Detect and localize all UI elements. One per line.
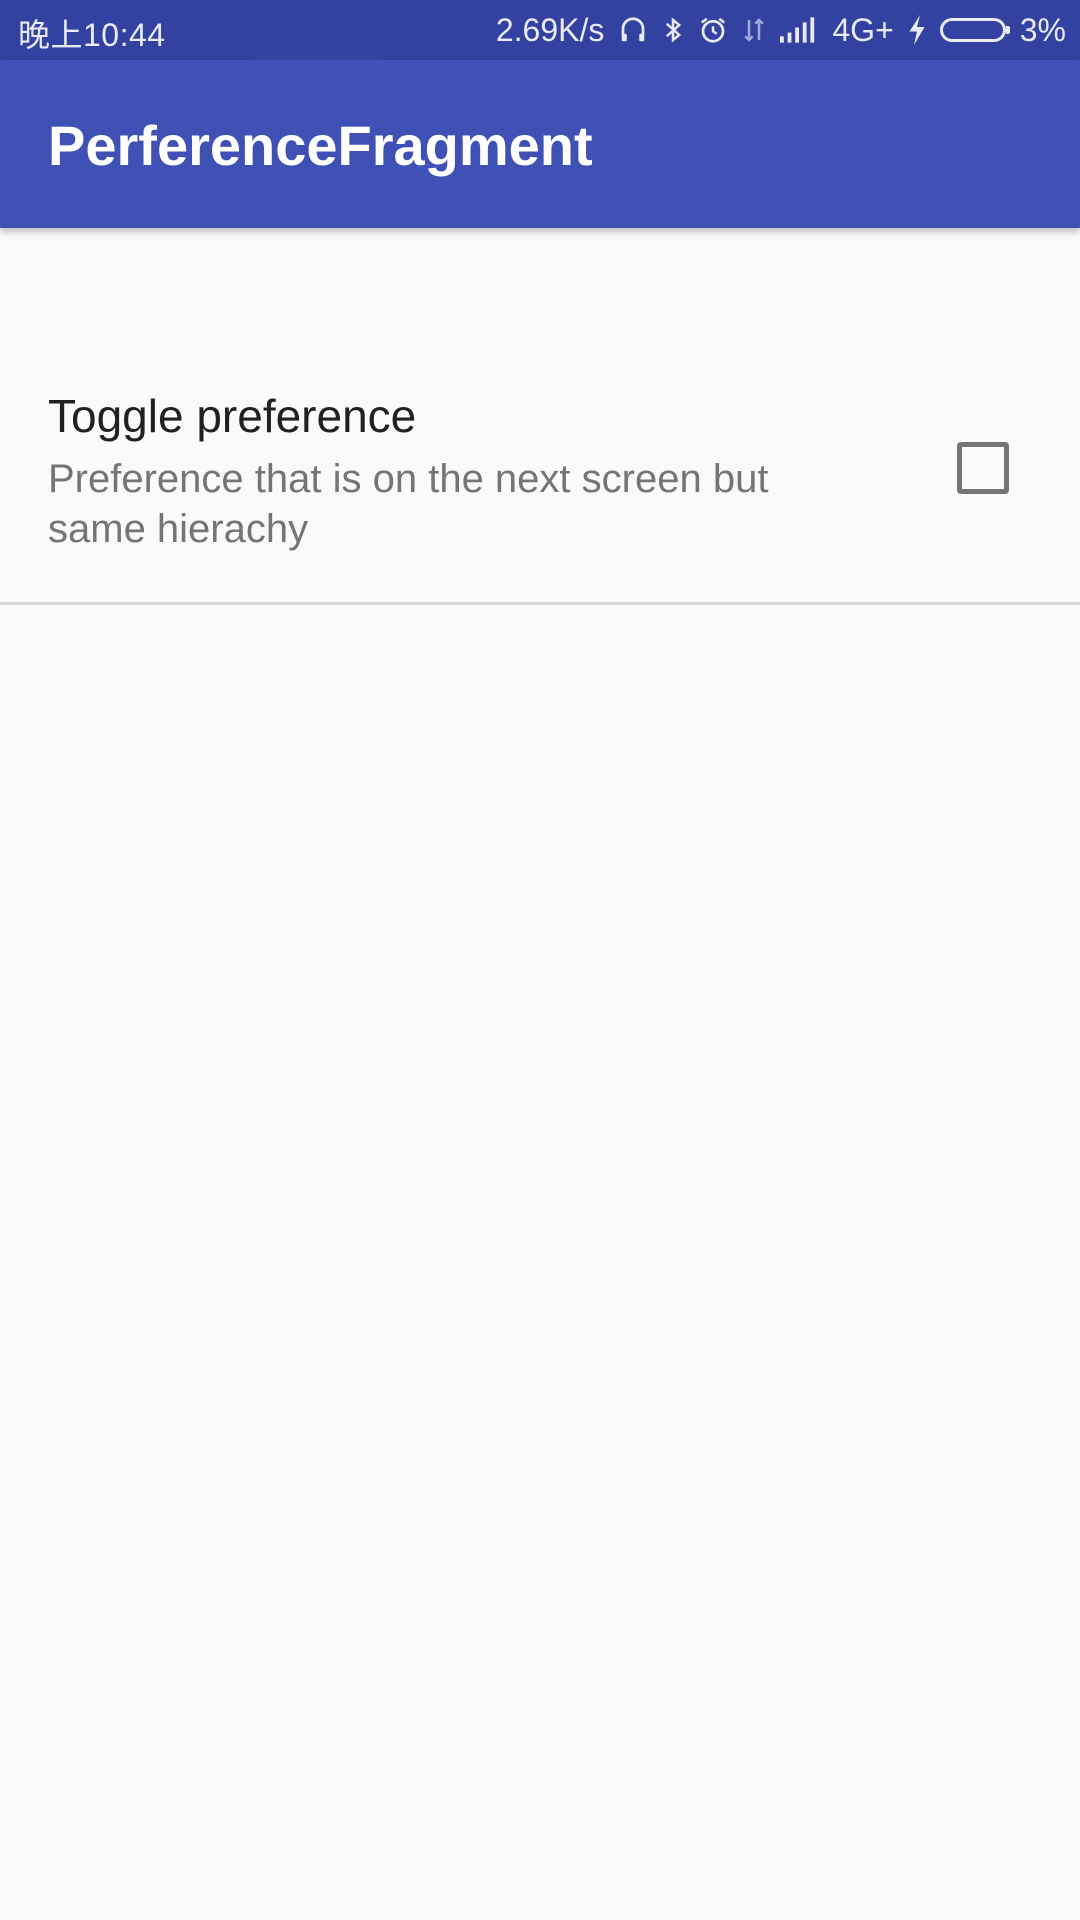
status-bar: 晚上10:44 2.69K/s 4G+ 3% (0, 0, 1080, 60)
charging-icon (908, 15, 926, 45)
network-type: 4G+ (832, 11, 894, 48)
signal-icon (780, 17, 818, 43)
network-speed: 2.69K/s (495, 11, 605, 48)
toggle-preference-item[interactable]: Toggle preference Preference that is on … (0, 376, 1080, 604)
battery-percent: 3% (1019, 11, 1066, 48)
data-arrows-icon (742, 15, 766, 45)
preference-title: Toggle preference (48, 390, 417, 442)
status-icons: 2.69K/s 4G+ 3% (496, 8, 1066, 52)
app-bar: PerferenceFragment (0, 60, 1080, 228)
page-title: PerferenceFragment (48, 114, 593, 177)
bluetooth-icon (662, 15, 684, 45)
preference-checkbox[interactable] (957, 442, 1009, 494)
status-time: 晚上10:44 (18, 17, 166, 53)
alarm-icon (698, 15, 728, 45)
screen: 晚上10:44 2.69K/s 4G+ 3% PerferenceFragmen… (0, 0, 1080, 1920)
divider (0, 602, 1080, 605)
headset-icon (618, 15, 648, 45)
preference-summary: Preference that is on the next screen bu… (48, 457, 769, 551)
battery-icon (939, 18, 1010, 42)
